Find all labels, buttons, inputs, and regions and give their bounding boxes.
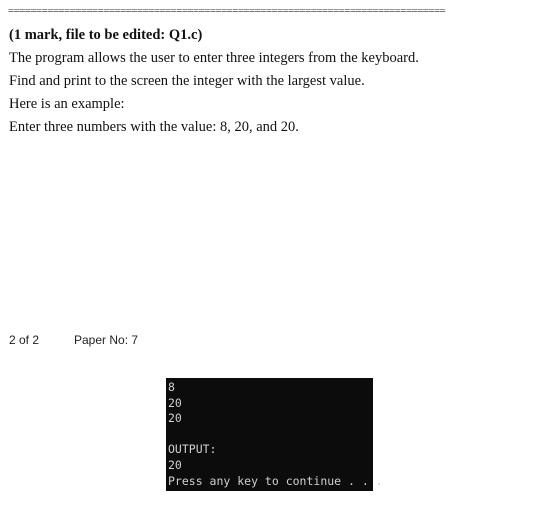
separator-line: ========================================…: [8, 6, 446, 17]
console-line: 20: [168, 457, 182, 472]
question-line: Here is an example:: [9, 96, 125, 112]
console-line: OUTPUT:: [168, 442, 217, 457]
console-line: 20: [168, 411, 182, 426]
question-text: (1 mark, file to be edited: Q1.c) The pr…: [9, 24, 529, 139]
console-line: 20: [168, 395, 182, 410]
question-heading: (1 mark, file to be edited: Q1.c): [9, 27, 203, 43]
console-output: 8 20 20 OUTPUT: 20 Press any key to cont…: [166, 378, 383, 491]
question-line: Find and print to the screen the integer…: [9, 73, 365, 89]
paper-number: Paper No: 7: [74, 333, 139, 347]
console-line: Press any key to continue . . .: [168, 473, 383, 488]
question-line: The program allows the user to enter thr…: [9, 50, 419, 66]
page-number: 2 of 2: [9, 333, 40, 347]
question-line: Enter three numbers with the value: 8, 2…: [9, 119, 299, 135]
console-line: 8: [168, 380, 175, 394]
page-footer: 2 of 2 Paper No: 7: [9, 332, 138, 348]
